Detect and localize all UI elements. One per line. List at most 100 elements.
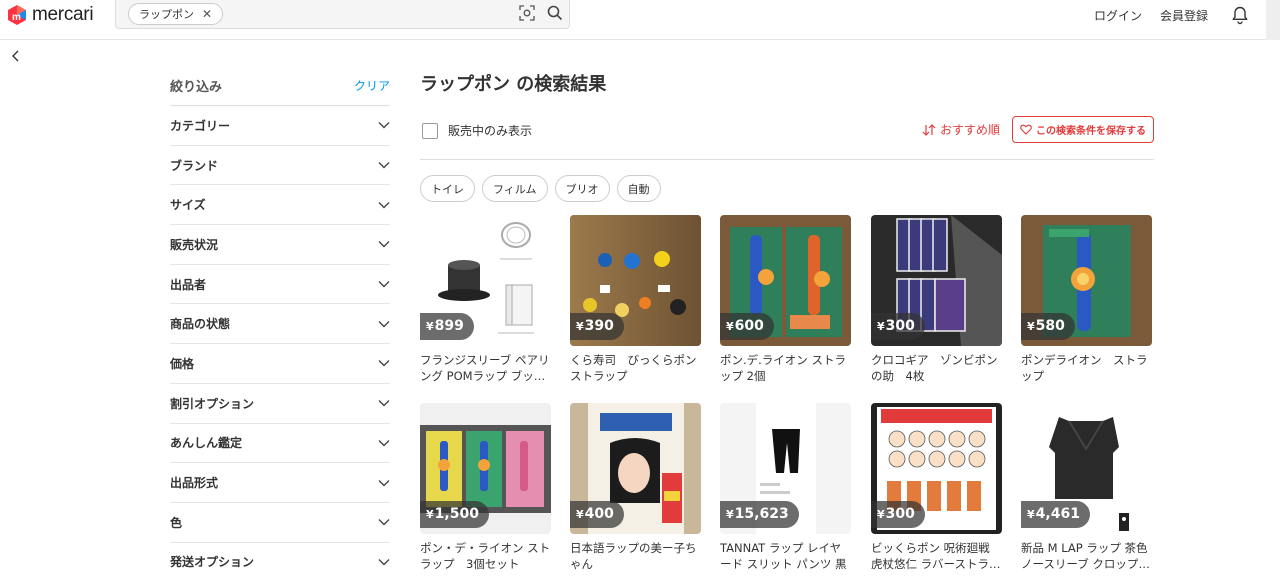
suggestion-chip[interactable]: トイレ — [420, 175, 475, 202]
close-icon[interactable]: ✕ — [202, 8, 212, 20]
page-title: ラップポン の検索結果 — [420, 74, 607, 95]
filter-item[interactable]: 販売状況 — [170, 225, 390, 265]
price-value: 390 — [584, 318, 614, 334]
filter-item-label: 商品の状態 — [170, 317, 231, 332]
filter-item[interactable]: サイズ — [170, 185, 390, 226]
suggestion-chip[interactable]: 自動 — [616, 175, 661, 202]
filter-item[interactable]: 色 — [170, 503, 390, 543]
filter-item[interactable]: 出品形式 — [170, 463, 390, 503]
save-search-label: この検索条件を保存する — [1036, 126, 1146, 137]
filter-item[interactable]: 価格 — [170, 344, 390, 384]
item-thumbnail[interactable]: ¥15,623 — [720, 403, 851, 534]
price-badge: ¥390 — [570, 313, 624, 340]
price-badge: ¥899 — [420, 313, 474, 340]
result-controls: 販売中のみ表示 おすすめ順 この検索条件を保存する — [420, 104, 1154, 160]
price-badge: ¥15,623 — [720, 501, 799, 528]
filter-item[interactable]: あんしん鑑定 — [170, 424, 390, 464]
item-card[interactable]: ¥390 くら寿司 びっくらポン ストラップ — [570, 215, 701, 384]
item-name[interactable]: 新品 M LAP ラップ 茶色 ノースリーブ クロップ… — [1021, 540, 1152, 572]
item-thumbnail[interactable]: ¥1,500 — [420, 403, 551, 534]
item-name[interactable]: くら寿司 びっくらポン ストラップ — [570, 352, 701, 384]
item-card[interactable]: ¥300 クロコギア ゾンビポンの助 4枚 — [871, 215, 1002, 384]
chevron-down-icon — [378, 479, 390, 487]
chevron-down-icon — [378, 320, 390, 328]
chevron-down-icon — [378, 122, 390, 129]
filter-item[interactable]: 商品の状態 — [170, 304, 390, 345]
chevron-down-icon — [378, 162, 390, 169]
chevron-down-icon — [378, 400, 390, 407]
item-name[interactable]: クロコギア ゾンビポンの助 4枚 — [871, 352, 1002, 384]
search-query-chip[interactable]: ラップポン ✕ — [128, 3, 224, 25]
back-arrow-icon[interactable] — [8, 48, 24, 64]
yen-sign: ¥ — [426, 320, 434, 333]
item-thumbnail[interactable]: ¥390 — [570, 215, 701, 346]
price-badge: ¥300 — [871, 501, 925, 528]
filter-item[interactable]: カテゴリー — [170, 106, 390, 146]
filter-item[interactable]: 発送オプション — [170, 543, 390, 580]
item-thumbnail[interactable]: ¥600 — [720, 215, 851, 346]
suggestion-chip[interactable]: ブリオ — [554, 175, 610, 202]
price-value: 400 — [584, 506, 614, 522]
search-bar[interactable]: ラップポン ✕ — [115, 0, 570, 29]
item-card[interactable]: ¥600 ポン.デ.ライオン ストラップ 2個 — [720, 215, 851, 384]
filter-item-label: あんしん鑑定 — [170, 436, 243, 451]
filter-item-label: 販売状況 — [170, 237, 219, 252]
sort-icon — [922, 123, 936, 136]
yen-sign: ¥ — [726, 320, 734, 333]
suggestion-chip[interactable]: フィルム — [482, 175, 548, 202]
item-card[interactable]: ¥300 ビッくらポン 呪術廻戦 虎杖悠仁 ラバーストラ… — [871, 403, 1002, 572]
item-thumbnail[interactable]: ¥899 — [420, 215, 551, 346]
item-card[interactable]: ¥400 日本語ラップの美ー子ちゃん — [570, 403, 701, 572]
item-thumbnail[interactable]: ¥580 — [1021, 215, 1152, 346]
item-name[interactable]: ポンデライオン ストラップ — [1021, 352, 1152, 384]
search-icon[interactable] — [547, 5, 563, 21]
item-name[interactable]: TANNAT ラップ レイヤード スリット パンツ 黒 — [720, 540, 851, 572]
item-thumbnail[interactable]: ¥300 — [871, 403, 1002, 534]
yen-sign: ¥ — [877, 320, 885, 333]
item-card[interactable]: ¥580 ポンデライオン ストラップ — [1021, 215, 1152, 384]
item-card[interactable]: ¥4,461 新品 M LAP ラップ 茶色 ノースリーブ クロップ… — [1021, 403, 1152, 572]
filter-item[interactable]: 割引オプション — [170, 384, 390, 424]
item-thumbnail[interactable]: ¥300 — [871, 215, 1002, 346]
filter-item[interactable]: ブランド — [170, 146, 390, 186]
chevron-down-icon — [378, 241, 390, 248]
clear-filters-link[interactable]: クリア — [354, 77, 390, 94]
yen-sign: ¥ — [726, 508, 734, 521]
filter-header: 絞り込み クリア — [170, 66, 390, 106]
filter-item[interactable]: 出品者 — [170, 265, 390, 305]
item-card[interactable]: ¥1,500 ポン・デ・ライオン ストラップ 3個セット — [420, 403, 551, 572]
image-search-icon[interactable] — [519, 5, 535, 21]
item-name[interactable]: 日本語ラップの美ー子ちゃん — [570, 540, 701, 572]
on-sale-checkbox[interactable] — [422, 122, 438, 139]
mercari-logo[interactable]: m mercari — [6, 4, 94, 26]
item-thumbnail[interactable]: ¥400 — [570, 403, 701, 534]
filter-item-label: 割引オプション — [170, 396, 255, 411]
login-link[interactable]: ログイン — [1094, 7, 1142, 24]
item-thumbnail[interactable]: ¥4,461 — [1021, 403, 1152, 534]
price-value: 1,500 — [434, 506, 479, 522]
item-card[interactable]: ¥15,623 TANNAT ラップ レイヤード スリット パンツ 黒 — [720, 403, 851, 572]
filter-item-label: サイズ — [170, 198, 206, 213]
register-link[interactable]: 会員登録 — [1160, 7, 1208, 24]
chevron-down-icon — [378, 360, 390, 367]
price-value: 4,461 — [1035, 506, 1080, 522]
filter-item-label: ブランド — [170, 158, 219, 173]
filter-item-label: 発送オプション — [170, 555, 255, 570]
item-card[interactable]: ¥899 フランジスリーブ ペアリング POMラップ ブッ… — [420, 215, 551, 384]
item-name[interactable]: ポン.デ.ライオン ストラップ 2個 — [720, 352, 851, 384]
save-search-button[interactable]: この検索条件を保存する — [1012, 116, 1154, 143]
item-name[interactable]: ビッくらポン 呪術廻戦 虎杖悠仁 ラバーストラ… — [871, 540, 1002, 572]
sort-dropdown[interactable]: おすすめ順 — [922, 121, 1000, 138]
chevron-down-icon — [378, 519, 390, 526]
item-name[interactable]: ポン・デ・ライオン ストラップ 3個セット — [420, 540, 551, 572]
price-value: 899 — [434, 318, 464, 334]
bell-icon[interactable] — [1230, 5, 1250, 25]
filter-sidebar: 絞り込み クリア カテゴリーブランドサイズ販売状況出品者商品の状態価格割引オプシ… — [170, 66, 390, 580]
filter-title: 絞り込み — [170, 80, 223, 95]
logo-text: mercari — [32, 4, 94, 25]
price-value: 300 — [885, 506, 915, 522]
on-sale-label: 販売中のみ表示 — [448, 124, 533, 138]
item-name[interactable]: フランジスリーブ ペアリング POMラップ ブッ… — [420, 352, 551, 384]
search-query-text: ラップポン — [139, 8, 194, 21]
on-sale-filter[interactable]: 販売中のみ表示 — [422, 122, 532, 139]
